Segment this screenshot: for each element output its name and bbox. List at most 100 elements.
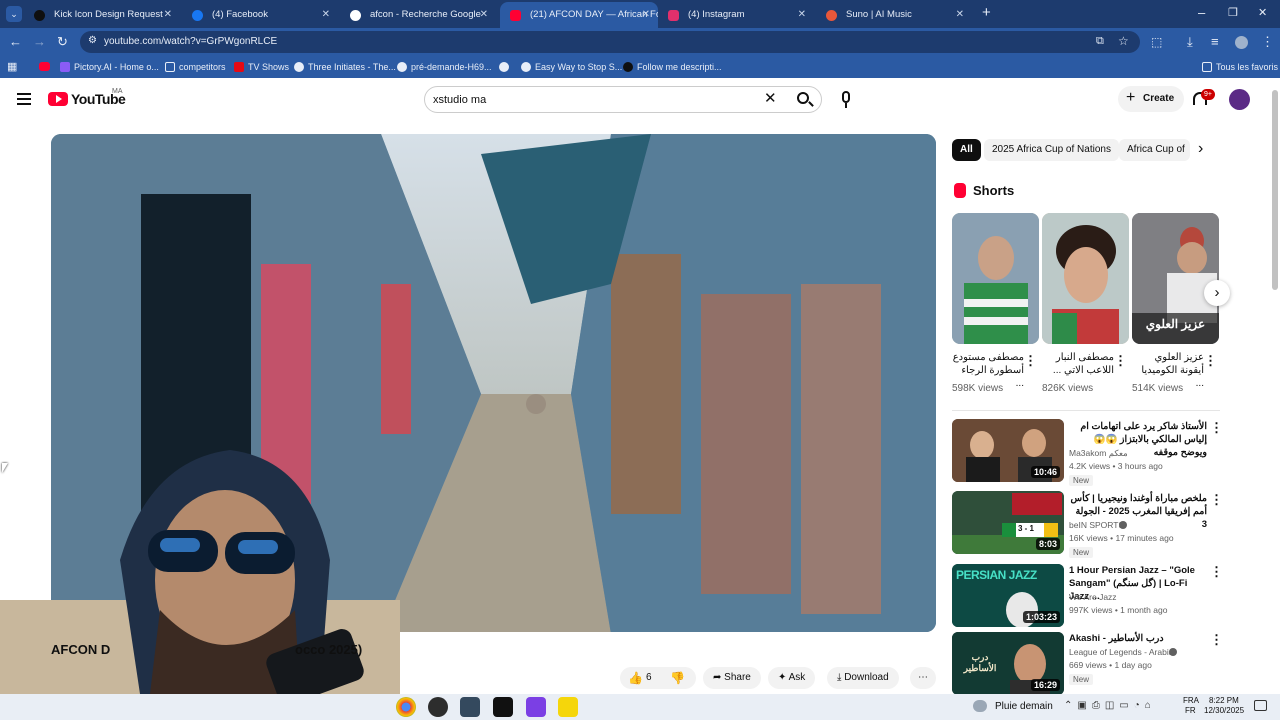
globe-icon — [294, 62, 304, 72]
video-thumbnail[interactable]: درب الأساطير 16:29 — [952, 632, 1064, 695]
chrome-taskbar-icon[interactable] — [396, 697, 416, 717]
clear-search-icon[interactable]: ✕ — [764, 89, 777, 107]
video-more-icon[interactable]: ⋮ — [1210, 492, 1223, 508]
close-icon[interactable]: ✕ — [164, 4, 172, 26]
site-info-icon[interactable]: ⚙ — [88, 35, 97, 46]
tab-instagram[interactable]: (4) Instagram ✕ — [658, 4, 814, 26]
tab-facebook[interactable]: (4) Facebook ✕ — [182, 4, 338, 26]
page-scrollbar[interactable] — [1272, 90, 1278, 290]
chip-all[interactable]: All — [952, 139, 981, 161]
star-icon[interactable]: ☆ — [1118, 34, 1129, 48]
account-avatar[interactable] — [1229, 89, 1250, 110]
short-thumbnail[interactable] — [1042, 213, 1129, 344]
hamburger-menu-icon[interactable] — [17, 93, 31, 105]
bookmark-pre-demande[interactable]: pré-demande-H69... — [397, 60, 492, 74]
close-icon[interactable]: ✕ — [480, 4, 488, 26]
tab-list-icon[interactable]: ⌄ — [6, 6, 22, 22]
notification-center-icon[interactable] — [1254, 700, 1267, 711]
globe-icon — [623, 62, 633, 72]
profile-avatar[interactable] — [1235, 36, 1248, 49]
media-icon[interactable]: ≡ — [1211, 35, 1219, 49]
video-channel[interactable]: Ma3akom معكم — [1069, 448, 1128, 459]
search-box[interactable]: ✕ — [424, 86, 822, 113]
minimize-icon[interactable]: – — [1198, 6, 1205, 20]
video-thumbnail[interactable]: 3 - 1 8:03 — [952, 491, 1064, 554]
dislike-button[interactable]: 👎 — [670, 667, 685, 689]
create-button[interactable]: + Create — [1118, 86, 1184, 112]
weather-text[interactable]: Pluie demain — [995, 701, 1053, 712]
davinci-taskbar-icon[interactable] — [460, 697, 480, 717]
apps-icon[interactable]: ▦ — [7, 60, 17, 74]
video-channel[interactable]: We Are Jazz — [1069, 592, 1117, 602]
bookmark-competitors[interactable]: competitors — [165, 60, 226, 74]
microphone-icon[interactable] — [842, 91, 850, 103]
chevron-right-icon[interactable]: › — [1198, 140, 1203, 158]
tiktok-taskbar-icon[interactable] — [493, 697, 513, 717]
bookmark-tv-shows[interactable]: TV Shows — [234, 60, 289, 74]
browser-tab-bar: ⌄ Kick Icon Design Request ✕ (4) Faceboo… — [0, 0, 1280, 28]
video-more-icon[interactable]: ⋮ — [1210, 420, 1223, 436]
close-icon[interactable]: ✕ — [956, 4, 964, 26]
verified-icon — [1119, 521, 1127, 529]
shorts-next-button[interactable]: › — [1204, 280, 1230, 306]
tab-suno[interactable]: Suno | AI Music ✕ — [816, 4, 972, 26]
tray-icons[interactable]: ⌃▣⎙◫▭◔⌂ — [1064, 700, 1156, 711]
reload-icon[interactable]: ↻ — [57, 35, 68, 49]
short-title[interactable]: مصطفى النبار اللاعب الاتي ... — [1042, 351, 1114, 377]
search-icon-handle — [808, 101, 814, 107]
chip-africa-cup[interactable]: Africa Cup of — [1119, 139, 1190, 161]
app-taskbar-icon[interactable] — [526, 697, 546, 717]
short-thumbnail[interactable]: عزيز العلوي — [1132, 213, 1219, 344]
like-button[interactable]: 👍 6 — [628, 667, 664, 689]
bookmark-follow-me[interactable]: Follow me descripti... — [623, 60, 722, 74]
forward-icon[interactable]: → — [33, 35, 46, 49]
tab-kick[interactable]: Kick Icon Design Request ✕ — [24, 4, 180, 26]
install-icon[interactable]: ⧉ — [1096, 35, 1104, 48]
google-icon — [350, 10, 361, 21]
short-more-icon[interactable]: ⋮ — [1024, 353, 1037, 369]
share-button[interactable]: ➦ Share — [703, 667, 761, 689]
video-more-icon[interactable]: ⋮ — [1210, 632, 1223, 648]
restore-icon[interactable]: ❐ — [1228, 6, 1238, 20]
close-icon[interactable]: ✕ — [798, 4, 806, 26]
sticky-notes-taskbar-icon[interactable] — [558, 697, 578, 717]
extensions-icon[interactable]: ⬚ — [1151, 35, 1162, 49]
video-thumbnail[interactable]: PERSIAN JAZZ 1:03:23 — [952, 564, 1064, 627]
pictory-icon — [60, 62, 70, 72]
short-more-icon[interactable]: ⋮ — [1114, 353, 1127, 369]
language-line1[interactable]: FRA — [1183, 696, 1199, 705]
tab-youtube-active[interactable]: (21) AFCON DAY — African Foo ✕ — [500, 2, 658, 28]
chip-afcon[interactable]: 2025 Africa Cup of Nations — [984, 139, 1119, 161]
video-thumbnail[interactable]: 10:46 — [952, 419, 1064, 482]
search-input[interactable] — [433, 91, 753, 109]
download-icon[interactable]: ⤓ — [1187, 35, 1193, 49]
new-tab-icon[interactable]: + — [982, 5, 991, 20]
video-title[interactable]: Akashi - درب الأساطير — [1069, 632, 1207, 645]
ask-button[interactable]: ✦ Ask — [768, 667, 816, 689]
menu-icon[interactable]: ⋮ — [1261, 35, 1274, 49]
video-channel[interactable]: beIN SPORTS — [1069, 520, 1124, 530]
url-field[interactable]: ⚙ youtube.com/watch?v=GrPWgonRLCE ⧉ ☆ — [80, 31, 1140, 53]
bookmark-three-initiates[interactable]: Three Initiates - The... — [294, 60, 396, 74]
close-window-icon[interactable]: ✕ — [1258, 6, 1267, 20]
close-icon[interactable]: ✕ — [642, 2, 650, 28]
more-actions-button[interactable]: ⋯ — [910, 667, 936, 689]
bookmark-all-favorites[interactable]: Tous les favoris — [1202, 60, 1278, 74]
bookmark-openai[interactable] — [499, 60, 513, 74]
short-thumbnail[interactable] — [952, 213, 1039, 344]
video-more-icon[interactable]: ⋮ — [1210, 564, 1223, 580]
youtube-bookmark-icon[interactable] — [39, 62, 50, 71]
back-icon[interactable]: ← — [9, 35, 22, 49]
clock-time[interactable]: 8:22 PM — [1209, 696, 1239, 705]
download-button[interactable]: ⤓ Download — [827, 667, 899, 689]
bookmark-easy-way[interactable]: Easy Way to Stop S... — [521, 60, 622, 74]
video-channel[interactable]: League of Legends - Arabia — [1069, 647, 1173, 657]
share-label: Share — [724, 672, 751, 683]
short-views: 598K views — [952, 383, 1004, 394]
bookmark-pictory[interactable]: Pictory.AI - Home o... — [60, 60, 159, 74]
video-meta: 669 views • 1 day ago — [1069, 660, 1152, 670]
obs-taskbar-icon[interactable] — [428, 697, 448, 717]
close-icon[interactable]: ✕ — [322, 4, 330, 26]
short-more-icon[interactable]: ⋮ — [1204, 353, 1217, 369]
tab-google[interactable]: afcon - Recherche Google ✕ — [340, 4, 496, 26]
